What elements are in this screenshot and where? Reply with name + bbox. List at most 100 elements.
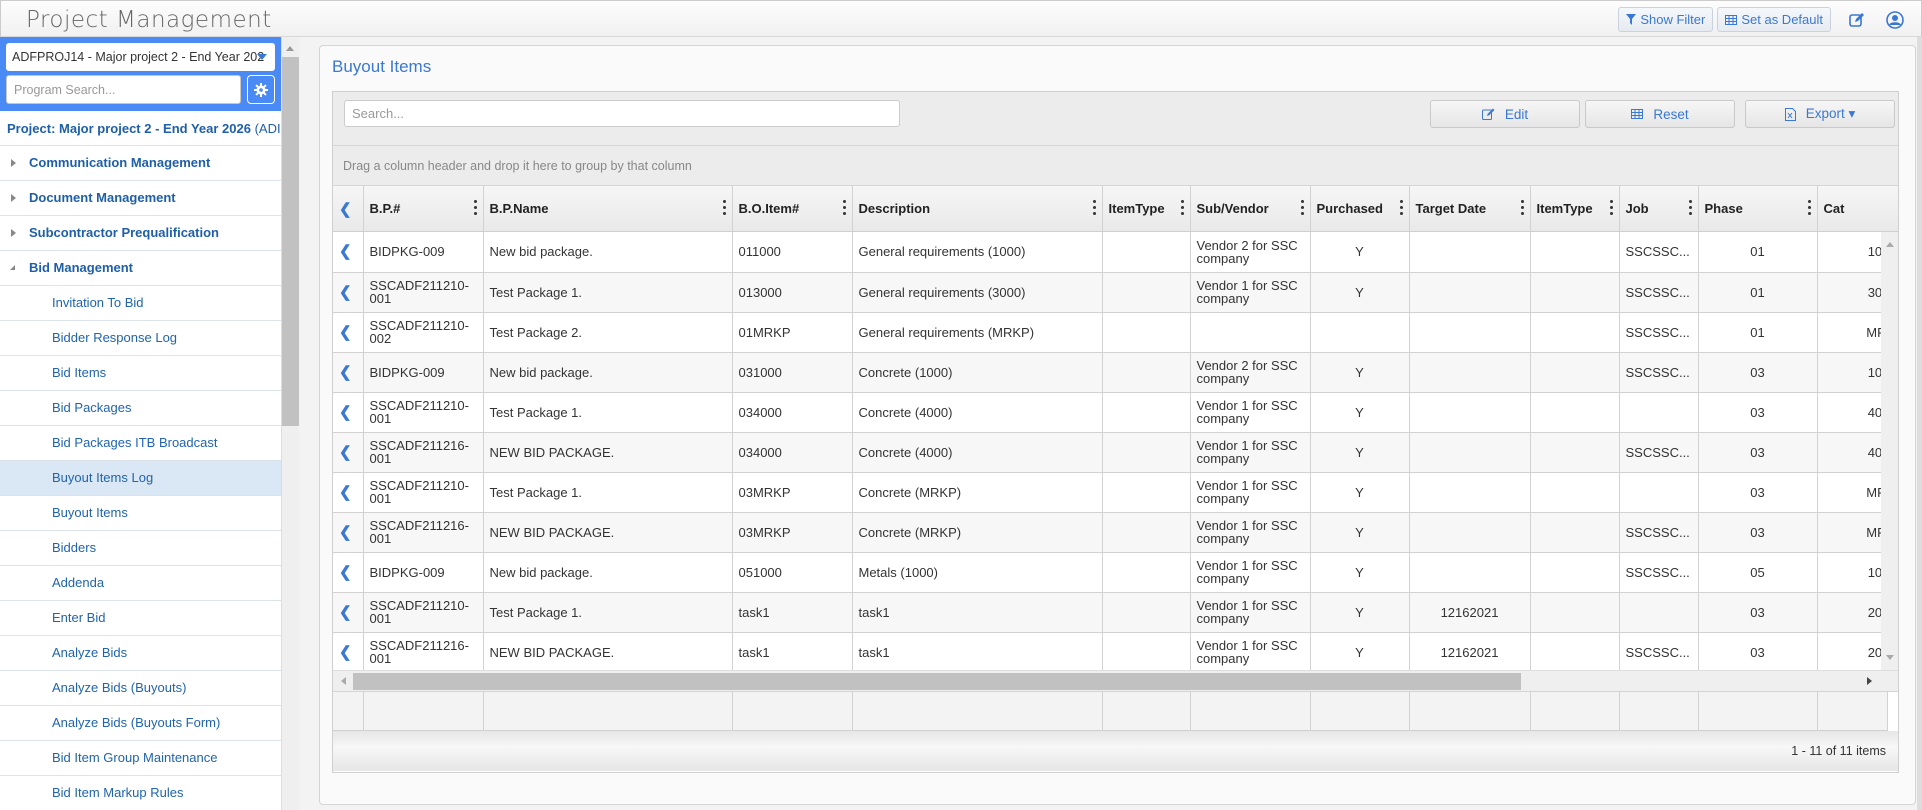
column-menu-icon[interactable] [1092, 200, 1096, 215]
chevron-left-icon[interactable]: ❮ [339, 444, 352, 461]
sidebar-item-bid-item-markup-rules[interactable]: Bid Item Markup Rules [0, 776, 281, 810]
row-expand-cell[interactable]: ❮ [333, 312, 364, 353]
row-expand-cell[interactable]: ❮ [333, 232, 364, 273]
sidebar-item-invitation-to-bid[interactable]: Invitation To Bid [0, 286, 281, 321]
table-row[interactable]: ❮ BIDPKG-009 New bid package. 051000 Metals … [333, 552, 1888, 593]
chevron-left-icon[interactable]: ❮ [339, 644, 352, 661]
sidebar-item-enter-bid[interactable]: Enter Bid [0, 601, 281, 636]
row-expand-cell[interactable]: ❮ [333, 432, 364, 473]
nav-group-subcontractor-prequalification[interactable]: Subcontractor Prequalification [0, 216, 281, 251]
scroll-left-icon[interactable] [341, 677, 346, 685]
sidebar-item-analyze-bids-buyouts-form[interactable]: Analyze Bids (Buyouts Form) [0, 706, 281, 741]
column-header-bo-item[interactable]: B.O.Item# [732, 186, 853, 231]
sidebar-item-buyout-items-log[interactable]: Buyout Items Log [0, 461, 281, 496]
sidebar-scrollbar[interactable] [282, 37, 299, 810]
table-row[interactable]: ❮ SSCADF211210-001 Test Package 1. task1 tas… [333, 592, 1888, 633]
column-header-description[interactable]: Description [852, 186, 1103, 231]
chevron-left-icon[interactable]: ❮ [339, 324, 352, 341]
sidebar-item-bid-packages[interactable]: Bid Packages [0, 391, 281, 426]
sidebar-item-bid-item-group-maintenance[interactable]: Bid Item Group Maintenance [0, 741, 281, 776]
sidebar-item-bidders[interactable]: Bidders [0, 531, 281, 566]
column-header-job[interactable]: Job [1619, 186, 1699, 231]
set-as-default-button[interactable]: Set as Default [1717, 7, 1831, 32]
nav-group-communication-management[interactable]: Communication Management [0, 146, 281, 181]
horizontal-scroll-thumb[interactable] [353, 673, 1521, 690]
row-expand-cell[interactable]: ❮ [333, 472, 364, 513]
column-menu-icon[interactable] [842, 200, 846, 215]
export-button[interactable]: Export ▾ [1745, 100, 1895, 128]
column-header-target-date[interactable]: Target Date [1409, 186, 1531, 231]
grid-vertical-scrollbar[interactable] [1881, 232, 1898, 670]
sidebar-item-analyze-bids-buyouts[interactable]: Analyze Bids (Buyouts) [0, 671, 281, 706]
chevron-left-icon[interactable]: ❮ [339, 604, 352, 621]
table-row[interactable]: ❮ SSCADF211210-001 Test Package 1. 03MRKP Co… [333, 472, 1888, 513]
chevron-left-icon[interactable]: ❮ [339, 243, 352, 260]
row-expand-cell[interactable]: ❮ [333, 352, 364, 393]
sidebar-item-analyze-bids[interactable]: Analyze Bids [0, 636, 281, 671]
scroll-up-icon[interactable] [286, 46, 294, 51]
column-menu-icon[interactable] [1609, 200, 1613, 215]
sidebar-scroll-thumb[interactable] [282, 57, 299, 426]
sidebar-item-buyout-items[interactable]: Buyout Items [0, 496, 281, 531]
row-expand-cell[interactable]: ❮ [333, 552, 364, 593]
show-filter-button[interactable]: Show Filter [1618, 7, 1714, 32]
sidebar-item-addenda[interactable]: Addenda [0, 566, 281, 601]
column-header-bp-name[interactable]: B.P.Name [483, 186, 733, 231]
scroll-down-icon[interactable] [1886, 655, 1894, 660]
table-row[interactable]: ❮ SSCADF211216-001 NEW BID PACKAGE. task1 ta… [333, 632, 1888, 670]
edit-page-button[interactable] [1845, 8, 1869, 32]
user-profile-button[interactable] [1883, 8, 1907, 32]
grid-horizontal-scrollbar[interactable] [333, 670, 1898, 692]
sidebar-item-bid-items[interactable]: Bid Items [0, 356, 281, 391]
column-header-bp-number[interactable]: B.P.# [363, 186, 484, 231]
column-header-phase[interactable]: Phase [1698, 186, 1818, 231]
program-search-input[interactable] [6, 75, 241, 104]
grid-search-input[interactable] [344, 100, 900, 127]
sidebar-item-bid-packages-itb-broadcast[interactable]: Bid Packages ITB Broadcast [0, 426, 281, 461]
sidebar-item-bidder-response-log[interactable]: Bidder Response Log [0, 321, 281, 356]
edit-button[interactable]: Edit [1430, 100, 1580, 128]
column-header-item-type[interactable]: ItemType [1102, 186, 1191, 231]
row-expand-cell[interactable]: ❮ [333, 512, 364, 553]
page-scrollbar[interactable] [1917, 37, 1922, 810]
table-row[interactable]: ❮ SSCADF211210-002 Test Package 2. 01MRKP Ge… [333, 312, 1888, 353]
table-row[interactable]: ❮ BIDPKG-009 New bid package. 011000 General… [333, 232, 1888, 273]
table-row[interactable]: ❮ BIDPKG-009 New bid package. 031000 Concret… [333, 352, 1888, 393]
chevron-left-icon[interactable]: ❮ [339, 284, 352, 301]
table-row[interactable]: ❮ SSCADF211216-001 NEW BID PACKAGE. 03MRKP C… [333, 512, 1888, 553]
project-selector[interactable]: ADFPROJ14 - Major project 2 - End Year 2… [6, 43, 275, 71]
nav-group-bid-management[interactable]: Bid Management [0, 251, 281, 286]
column-menu-icon[interactable] [1520, 200, 1524, 215]
reset-button[interactable]: Reset [1585, 100, 1735, 128]
column-menu-icon[interactable] [1300, 200, 1304, 215]
column-menu-icon[interactable] [722, 200, 726, 215]
group-drop-area[interactable]: Drag a column header and drop it here to… [333, 146, 1898, 186]
column-menu-icon[interactable] [1180, 200, 1184, 215]
column-menu-icon[interactable] [1807, 200, 1811, 215]
row-expand-cell[interactable]: ❮ [333, 272, 364, 313]
chevron-left-icon[interactable]: ❮ [339, 404, 352, 421]
column-menu-icon[interactable] [1688, 200, 1692, 215]
expand-all-header[interactable]: ❮ [333, 186, 364, 231]
chevron-left-icon[interactable]: ❮ [339, 201, 352, 218]
row-expand-cell[interactable]: ❮ [333, 632, 364, 670]
scroll-up-icon[interactable] [1886, 242, 1894, 247]
row-expand-cell[interactable]: ❮ [333, 392, 364, 433]
table-row[interactable]: ❮ SSCADF211210-001 Test Package 1. 013000 Ge… [333, 272, 1888, 313]
column-header-item-type-2[interactable]: ItemType [1530, 186, 1620, 231]
table-row[interactable]: ❮ SSCADF211216-001 NEW BID PACKAGE. 034000 C… [333, 432, 1888, 473]
column-menu-icon[interactable] [473, 200, 477, 215]
chevron-left-icon[interactable]: ❮ [339, 484, 352, 501]
chevron-left-icon[interactable]: ❮ [339, 564, 352, 581]
column-header-sub-vendor[interactable]: Sub/Vendor [1190, 186, 1311, 231]
scroll-right-icon[interactable] [1867, 677, 1872, 685]
chevron-left-icon[interactable]: ❮ [339, 524, 352, 541]
row-expand-cell[interactable]: ❮ [333, 592, 364, 633]
column-header-purchased[interactable]: Purchased [1310, 186, 1410, 231]
table-row[interactable]: ❮ SSCADF211210-001 Test Package 1. 034000 Co… [333, 392, 1888, 433]
nav-group-document-management[interactable]: Document Management [0, 181, 281, 216]
column-menu-icon[interactable] [1399, 200, 1403, 215]
settings-button[interactable] [247, 75, 275, 104]
column-header-cat[interactable]: Cat [1817, 186, 1887, 231]
chevron-left-icon[interactable]: ❮ [339, 364, 352, 381]
